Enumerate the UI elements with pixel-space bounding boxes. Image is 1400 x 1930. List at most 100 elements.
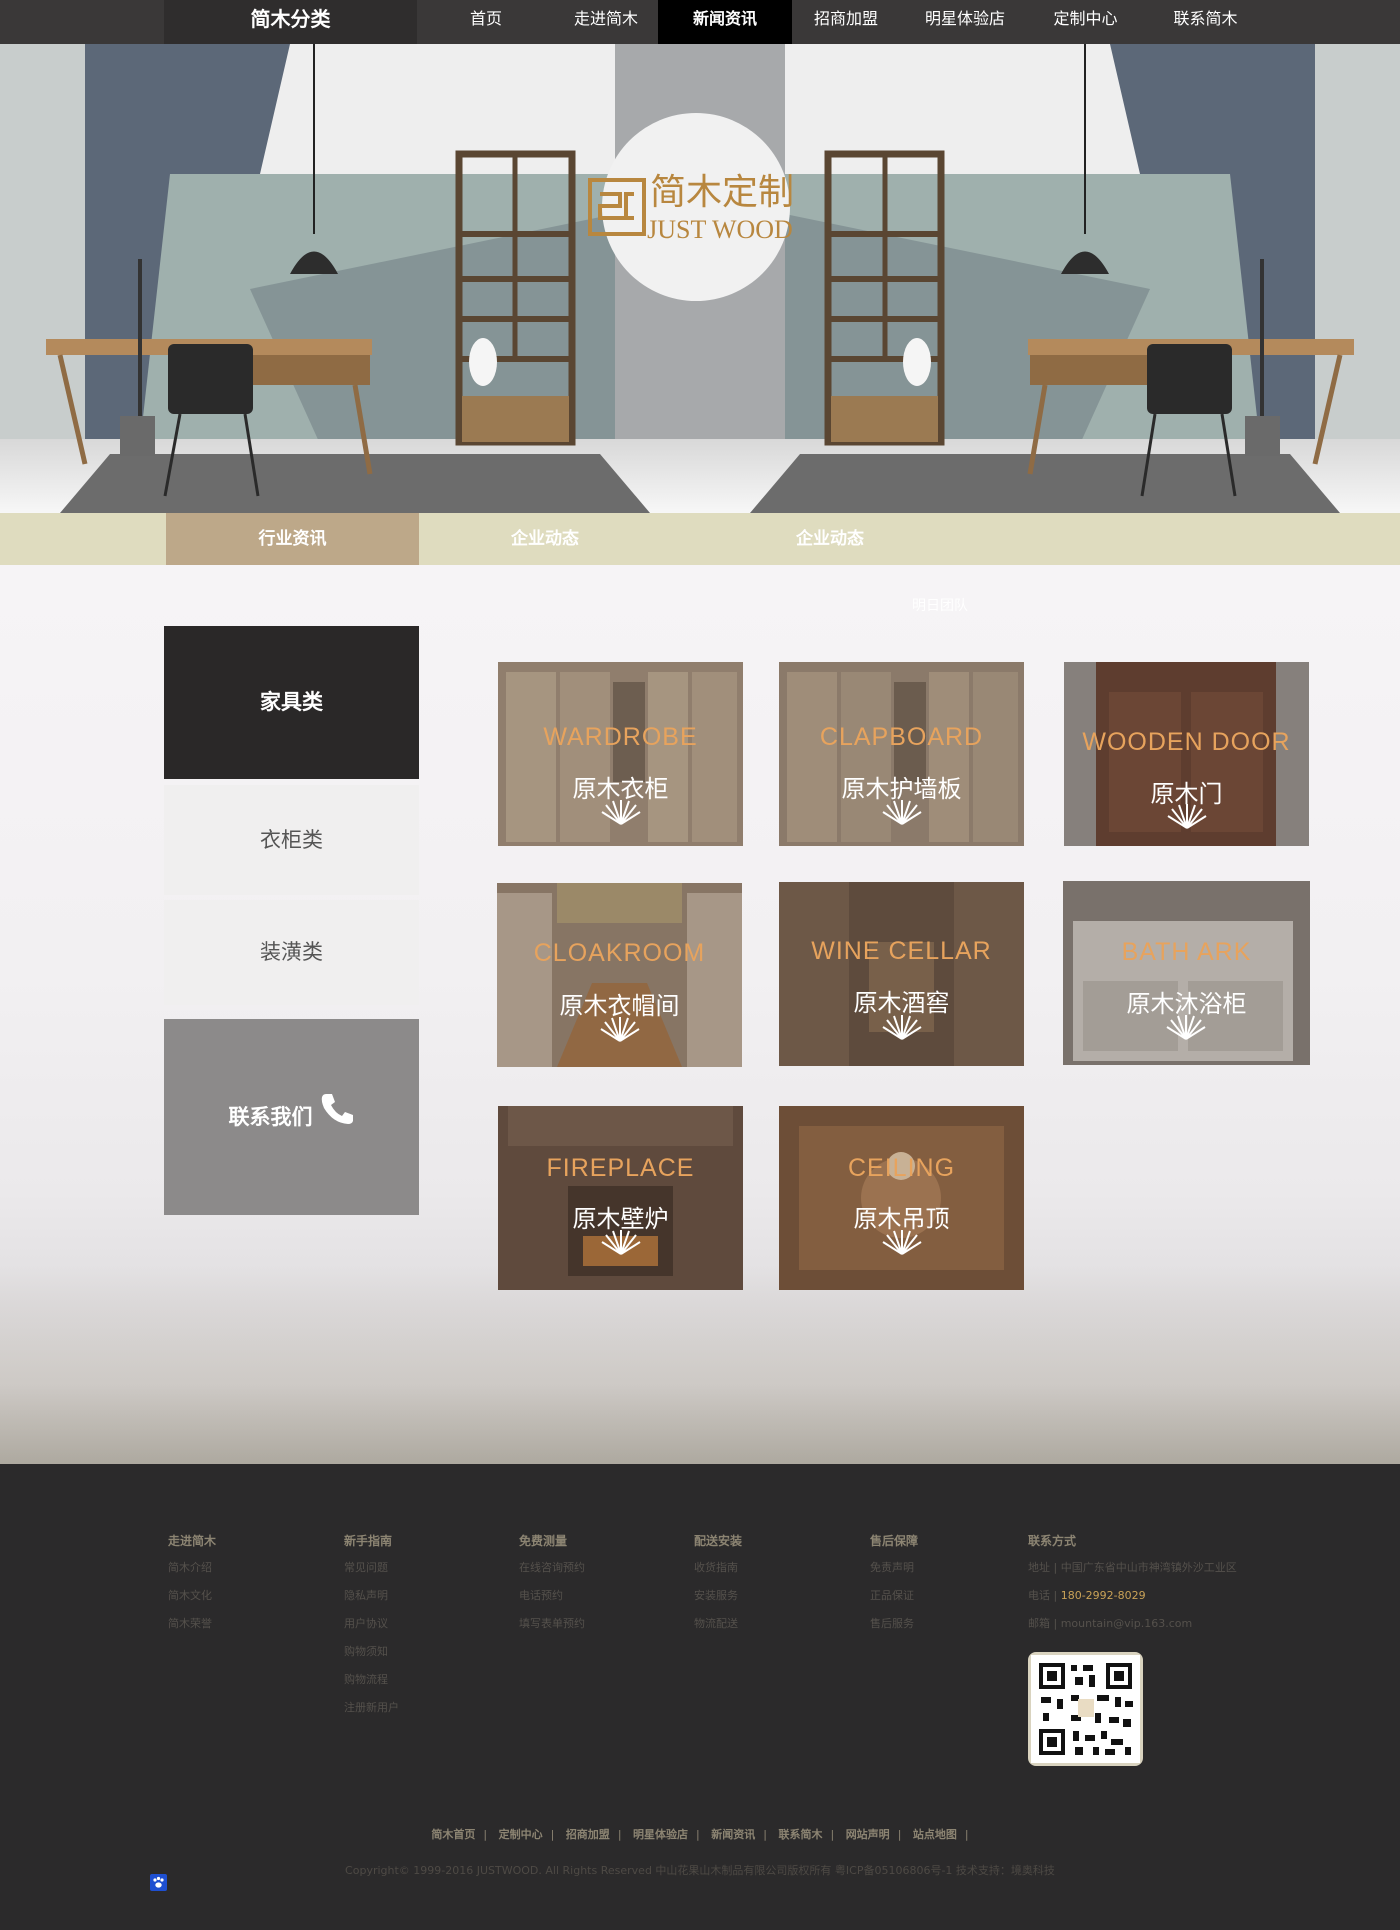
main-content: 明日团队 家具类 衣柜类 装潢类 联系我们 WARDROBE 原木衣柜 CLAP… <box>0 565 1400 1464</box>
footer-column-about: 走进简木 简木介绍 简木文化 简木荣誉 <box>168 1532 216 1643</box>
top-navigation-bar: 简木分类 首页 走进简木 新闻资讯 招商加盟 明星体验店 定制中心 联系简木 <box>0 0 1400 44</box>
footer-column-title: 售后保障 <box>870 1534 919 1548</box>
wechat-qr-code <box>1028 1652 1143 1766</box>
qr-code-icon <box>1031 1655 1140 1763</box>
fan-ornament-icon <box>601 1230 641 1255</box>
product-en-title: WOODEN DOOR <box>1082 728 1291 756</box>
footer-link[interactable]: 隐私声明 <box>344 1587 399 1615</box>
footer-email[interactable]: 邮箱 | mountain@vip.163.com <box>1028 1615 1237 1643</box>
nav-item-contact[interactable]: 联系简木 <box>1158 0 1253 44</box>
footer-column-title: 配送安装 <box>694 1534 743 1548</box>
nav-item-about[interactable]: 走进简木 <box>556 0 656 44</box>
footer-phone-number[interactable]: 180-2992-8029 <box>1061 1589 1146 1602</box>
bottom-link-sitemap[interactable]: 站点地图 <box>913 1826 957 1842</box>
footer-column-title: 走进简木 <box>168 1534 217 1548</box>
footer-link[interactable]: 正品保证 <box>870 1587 918 1615</box>
sidebar-item-furniture[interactable]: 家具类 <box>164 626 419 779</box>
bottom-link-news[interactable]: 新闻资讯 <box>711 1826 755 1842</box>
product-card-bath-ark[interactable]: BATH ARK 原木沐浴柜 <box>1063 881 1310 1065</box>
product-card-ceiling[interactable]: CEILING 原木吊顶 <box>779 1106 1024 1290</box>
footer-column-delivery: 配送安装 收货指南 安装服务 物流配送 <box>694 1532 742 1643</box>
footer-link[interactable]: 安装服务 <box>694 1587 742 1615</box>
footer-link[interactable]: 简木介绍 <box>168 1559 216 1587</box>
hero-logo-cn: 简木定制 <box>650 172 794 213</box>
product-card-wooden-door[interactable]: WOODEN DOOR 原木门 <box>1064 662 1309 846</box>
bottom-link-custom[interactable]: 定制中心 <box>499 1826 543 1842</box>
footer-link[interactable]: 填写表单预约 <box>519 1615 585 1643</box>
footer-link[interactable]: 免责声明 <box>870 1559 918 1587</box>
nav-brand[interactable]: 简木分类 <box>164 0 417 44</box>
footer-link[interactable]: 用户协议 <box>344 1615 399 1643</box>
bottom-link-home[interactable]: 简木首页 <box>431 1826 475 1842</box>
product-en-title: FIREPLACE <box>546 1154 695 1182</box>
footer-link[interactable]: 注册新用户 <box>344 1699 399 1727</box>
hero-banner: 简木定制 JUST WOOD <box>0 44 1400 513</box>
footer-link[interactable]: 购物须知 <box>344 1643 399 1671</box>
footer-link[interactable]: 简木文化 <box>168 1587 216 1615</box>
product-en-title: WARDROBE <box>543 723 698 751</box>
footer-address: 地址 | 中国广东省中山市神湾镇外沙工业区 <box>1028 1561 1237 1574</box>
tab-company-news[interactable]: 企业动态 <box>440 513 650 565</box>
footer-link[interactable]: 购物流程 <box>344 1671 399 1699</box>
product-card-cloakroom[interactable]: CLOAKROOM 原木衣帽间 <box>497 883 742 1067</box>
tab-company-news-2[interactable]: 企业动态 <box>725 513 935 565</box>
footer-link[interactable]: 在线咨询预约 <box>519 1559 585 1587</box>
nav-item-news[interactable]: 新闻资讯 <box>658 0 792 44</box>
footer-link[interactable]: 售后服务 <box>870 1615 918 1643</box>
footer-column-guide: 新手指南 常见问题 隐私声明 用户协议 购物须知 购物流程 注册新用户 <box>344 1532 399 1727</box>
nav-item-custom[interactable]: 定制中心 <box>1038 0 1133 44</box>
hero-logo-en: JUST WOOD <box>647 215 793 244</box>
sidebar-item-decoration[interactable]: 装潢类 <box>164 900 419 1005</box>
product-card-wardrobe[interactable]: WARDROBE 原木衣柜 <box>498 662 743 846</box>
bottom-link-franchise[interactable]: 招商加盟 <box>566 1826 610 1842</box>
phone-icon <box>319 1020 355 1216</box>
fan-ornament-icon <box>601 800 641 825</box>
fan-ornament-icon <box>600 1017 640 1042</box>
footer-column-title: 免费测量 <box>519 1534 568 1548</box>
product-cn-title: 原木沐浴柜 <box>1126 990 1247 1018</box>
misty-landscape-background <box>0 1265 1400 1464</box>
nav-item-franchise[interactable]: 招商加盟 <box>800 0 892 44</box>
footer-link[interactable]: 电话预约 <box>519 1587 585 1615</box>
product-cn-title: 原木衣柜 <box>572 775 669 803</box>
product-card-clapboard[interactable]: CLAPBOARD 原木护墙板 <box>779 662 1024 846</box>
bottom-link-stores[interactable]: 明星体验店 <box>633 1826 688 1842</box>
fan-ornament-icon <box>1167 804 1207 829</box>
contact-us-label: 联系我们 <box>228 1105 313 1129</box>
hero-room-illustration: 简木定制 JUST WOOD <box>0 44 1400 513</box>
sidebar-item-wardrobe[interactable]: 衣柜类 <box>164 785 419 895</box>
footer-link[interactable]: 收货指南 <box>694 1559 742 1587</box>
fan-ornament-icon <box>1166 1015 1206 1040</box>
footer-bottom-links: 简木首页 | 定制中心 | 招商加盟 | 明星体验店 | 新闻资讯 | 联系简木 | 网站声… <box>431 1826 969 1842</box>
product-cn-title: 原木衣帽间 <box>559 992 680 1020</box>
footer-link[interactable]: 物流配送 <box>694 1615 742 1643</box>
contact-us-button[interactable]: 联系我们 <box>164 1019 419 1215</box>
footer-column-title: 新手指南 <box>344 1534 393 1548</box>
product-cn-title: 原木壁炉 <box>572 1205 669 1233</box>
footer-column-measure: 免费测量 在线咨询预约 电话预约 填写表单预约 <box>519 1532 585 1643</box>
copyright-text: Copyright© 1999-2016 JUSTWOOD. All Right… <box>345 1864 1055 1877</box>
site-footer: 走进简木 简木介绍 简木文化 简木荣誉 新手指南 常见问题 隐私声明 用户协议 … <box>0 1464 1400 1930</box>
bottom-link-contact[interactable]: 联系简木 <box>778 1826 822 1842</box>
baidu-paw-icon[interactable] <box>150 1874 167 1891</box>
fan-ornament-icon <box>882 800 922 825</box>
product-en-title: BATH ARK <box>1121 938 1252 966</box>
nav-item-home[interactable]: 首页 <box>441 0 531 44</box>
product-en-title: CLOAKROOM <box>533 939 706 967</box>
bottom-link-statement[interactable]: 网站声明 <box>846 1826 890 1842</box>
nav-item-stores[interactable]: 明星体验店 <box>915 0 1015 44</box>
product-cn-title: 原木护墙板 <box>841 775 962 803</box>
product-card-wine-cellar[interactable]: WINE CELLAR 原木酒窖 <box>779 882 1024 1066</box>
product-card-fireplace[interactable]: FIREPLACE 原木壁炉 <box>498 1106 743 1290</box>
footer-link[interactable]: 常见问题 <box>344 1559 399 1587</box>
tab-industry-news[interactable]: 行业资讯 <box>166 513 419 565</box>
fan-ornament-icon <box>882 1230 922 1255</box>
news-tab-bar: 行业资讯 企业动态 企业动态 <box>0 513 1400 565</box>
footer-column-contact: 联系方式 地址 | 中国广东省中山市神湾镇外沙工业区 电话 | 180-2992… <box>1028 1532 1237 1643</box>
footer-column-aftersale: 售后保障 免责声明 正品保证 售后服务 <box>870 1532 918 1643</box>
footer-link[interactable]: 简木荣誉 <box>168 1615 216 1643</box>
product-cn-title: 原木酒窖 <box>853 989 950 1017</box>
footer-phone-line: 电话 | 180-2992-8029 <box>1028 1587 1237 1615</box>
product-en-title: CLAPBOARD <box>819 723 984 751</box>
product-en-title: WINE CELLAR <box>811 937 992 965</box>
